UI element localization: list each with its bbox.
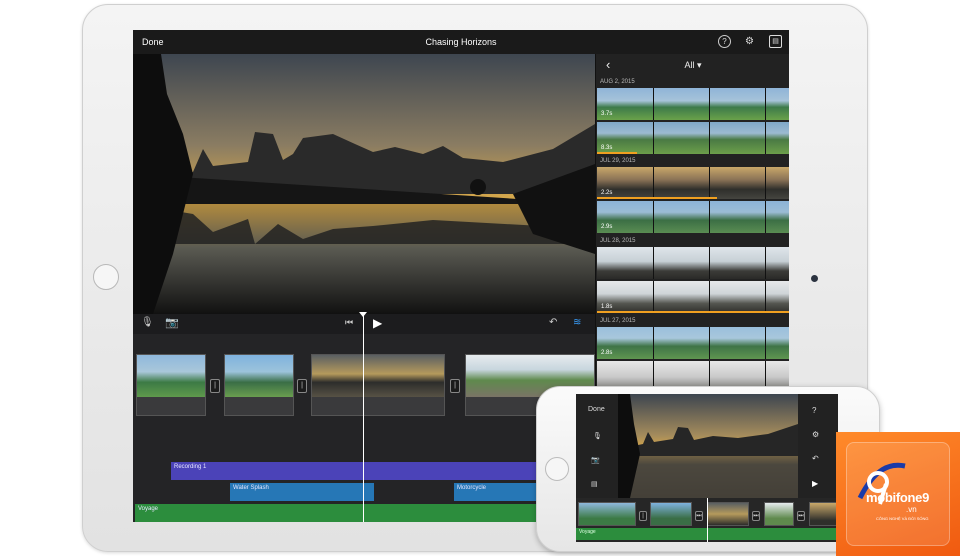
clip-duration: 2.2s — [601, 190, 613, 196]
transition-marker[interactable]: ⏭ — [797, 511, 805, 521]
timeline-video-clip[interactable] — [809, 502, 837, 526]
play-icon[interactable]: ▶ — [812, 479, 818, 488]
watermark-domain: .vn — [906, 505, 917, 514]
timeline-video-clip[interactable] — [764, 502, 794, 526]
transition-marker[interactable]: | — [210, 379, 220, 393]
undo-icon[interactable]: ↶ — [549, 317, 557, 328]
clip-strip[interactable]: 2.2s — [597, 167, 789, 199]
watermark-logo: mobifone9 .vn CÔNG NGHỆ VÀ ĐỜI SỐNG — [836, 432, 960, 556]
audio-track-music[interactable]: Voyage — [135, 504, 595, 522]
iphone-home-button[interactable] — [545, 457, 569, 481]
iphone-video-preview[interactable] — [618, 394, 798, 498]
clip-duration: 2.8s — [601, 350, 613, 356]
top-bar: Done Chasing Horizons ? ⚙ ▤ — [133, 30, 789, 54]
filter-dropdown[interactable]: All ▾ — [596, 60, 789, 71]
used-range-bar — [597, 197, 717, 199]
iphone-left-bar: Done 🎙 📷 ▤ — [576, 394, 618, 498]
device-composition: Done Chasing Horizons ? ⚙ ▤ 🎙 📷 ⏮ ▶ ↶ ≋ … — [0, 0, 960, 556]
timeline-video-clip[interactable] — [578, 502, 636, 526]
audio-waveform-icon[interactable]: ≋ — [573, 317, 581, 328]
project-title: Chasing Horizons — [425, 37, 497, 47]
clip-strip[interactable]: 2.8s — [597, 327, 789, 359]
clip-strip[interactable] — [597, 247, 789, 279]
media-browser: ‹ All ▾ AUG 2, 2015 3.7s 8.3s JUL 29, 20… — [595, 54, 789, 393]
track-label: Voyage — [138, 506, 159, 512]
playhead[interactable] — [363, 314, 364, 522]
play-icon[interactable]: ▶ — [373, 316, 382, 330]
filter-label: All — [684, 60, 695, 70]
timeline-video-clip[interactable] — [707, 502, 749, 526]
clip-duration: 2.9s — [601, 224, 613, 230]
section-date: JUL 27, 2015 — [600, 318, 636, 324]
skip-to-start-icon[interactable]: ⏮ — [345, 317, 353, 328]
clip-strip[interactable]: 8.3s — [597, 122, 789, 154]
ipad-home-button[interactable] — [93, 264, 119, 290]
transition-marker[interactable]: | — [639, 511, 647, 521]
timeline-video-clip[interactable] — [136, 354, 206, 416]
undo-icon[interactable]: ↶ — [812, 454, 819, 463]
settings-icon[interactable]: ⚙ — [743, 35, 756, 48]
section-date: JUL 28, 2015 — [600, 238, 636, 244]
media-browser-icon[interactable]: ▤ — [769, 35, 782, 48]
iphone-timeline[interactable]: | ⏭ ⏭ ⏭ Voyage — [576, 498, 838, 542]
timeline-video-clip[interactable] — [311, 354, 445, 416]
track-label: Voyage — [579, 529, 596, 535]
clip-duration: 8.3s — [601, 145, 613, 151]
microphone-icon[interactable]: 🎙 — [593, 432, 602, 440]
transition-marker[interactable]: ⏭ — [752, 511, 760, 521]
ipad-camera — [811, 275, 818, 282]
playhead[interactable] — [707, 498, 708, 542]
playback-controls: 🎙 📷 ⏮ ▶ ↶ ≋ — [133, 314, 595, 334]
timeline[interactable]: | | | Recording 1 Water Splash Motorcycl… — [133, 334, 595, 522]
transition-marker[interactable]: | — [450, 379, 460, 393]
clip-strip[interactable]: 3.7s — [597, 88, 789, 120]
help-icon[interactable]: ? — [718, 35, 731, 48]
done-button[interactable]: Done — [588, 406, 605, 413]
camera-icon[interactable]: 📷 — [591, 456, 600, 464]
video-preview[interactable] — [133, 54, 595, 314]
transition-marker[interactable]: | — [297, 379, 307, 393]
track-label: Water Splash — [233, 485, 269, 491]
media-browser-header: ‹ All ▾ — [596, 54, 789, 76]
iphone-editor-screen: Done 🎙 📷 ▤ ? ⚙ ↶ ▶ | ⏭ ⏭ ⏭ Voyage — [576, 394, 838, 542]
used-range-bar — [597, 152, 637, 154]
audio-track-sound-effect[interactable]: Water Splash — [230, 483, 374, 501]
settings-icon[interactable]: ⚙ — [812, 430, 819, 439]
camera-icon[interactable]: 📷 — [165, 316, 179, 329]
clip-duration: 1.8s — [601, 304, 613, 310]
timeline-video-clip[interactable] — [650, 502, 692, 526]
transition-marker[interactable]: ⏭ — [695, 511, 703, 521]
microphone-icon[interactable]: 🎙 — [141, 317, 154, 328]
track-label: Motorcycle — [457, 485, 487, 491]
section-date: JUL 29, 2015 — [600, 158, 636, 164]
help-icon[interactable]: ? — [812, 406, 816, 415]
media-browser-icon[interactable]: ▤ — [591, 480, 598, 488]
timeline-video-clip[interactable] — [224, 354, 294, 416]
clip-duration: 3.7s — [601, 111, 613, 117]
clip-strip[interactable]: 2.9s — [597, 201, 789, 233]
watermark-tagline: CÔNG NGHỆ VÀ ĐỜI SỐNG — [876, 516, 929, 521]
clip-strip[interactable]: 1.8s — [597, 281, 789, 313]
used-range-bar — [597, 311, 789, 313]
section-date: AUG 2, 2015 — [600, 79, 635, 85]
watermark-brand: mobifone9 — [866, 490, 930, 505]
track-label: Recording 1 — [174, 464, 207, 470]
iphone-right-bar: ? ⚙ ↶ ▶ — [798, 394, 838, 498]
audio-track-recording[interactable]: Recording 1 — [171, 462, 595, 480]
